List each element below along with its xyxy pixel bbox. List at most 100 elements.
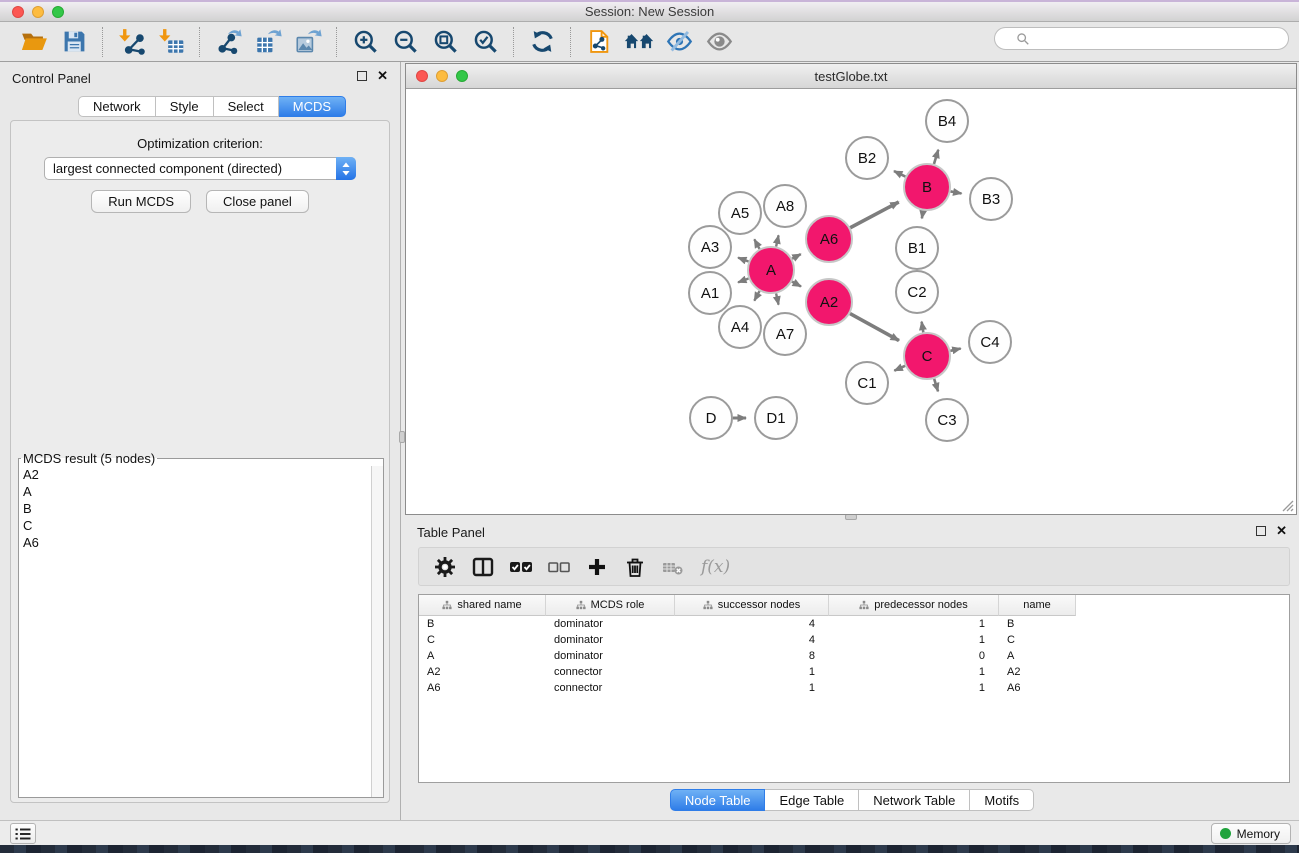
refresh-icon[interactable] <box>527 27 557 57</box>
result-item[interactable]: B <box>19 500 371 517</box>
result-item[interactable]: A2 <box>19 466 371 483</box>
tab-network[interactable]: Network <box>78 96 156 117</box>
edge-C-C2[interactable] <box>922 322 924 333</box>
close-window-icon[interactable] <box>12 6 24 18</box>
import-table-icon[interactable] <box>156 27 186 57</box>
node-A3[interactable]: A3 <box>689 226 731 268</box>
edge-C-C3[interactable] <box>934 379 938 391</box>
table-row[interactable]: A2connector11A2 <box>419 664 1289 680</box>
network-zoom-icon[interactable] <box>456 70 468 82</box>
zoom-out-icon[interactable] <box>390 27 420 57</box>
node-A7[interactable]: A7 <box>764 313 806 355</box>
node-B[interactable]: B <box>904 164 950 210</box>
deselect-all-icon[interactable] <box>545 553 573 581</box>
minimize-window-icon[interactable] <box>32 6 44 18</box>
table-row[interactable]: A6connector11A6 <box>419 680 1289 696</box>
node-A6[interactable]: A6 <box>806 216 852 262</box>
memory-button[interactable]: Memory <box>1211 823 1291 844</box>
node-C4[interactable]: C4 <box>969 321 1011 363</box>
node-B1[interactable]: B1 <box>896 227 938 269</box>
network-close-icon[interactable] <box>416 70 428 82</box>
tab-node-table[interactable]: Node Table <box>670 789 766 811</box>
close-panel-icon[interactable]: ✕ <box>377 71 388 81</box>
node-B3[interactable]: B3 <box>970 178 1012 220</box>
network-canvas[interactable]: B4B2BB3A5A8A6A3AB1A1A2C2A4A7C4CC1DD1C3 <box>406 89 1296 514</box>
close-table-panel-icon[interactable]: ✕ <box>1276 526 1287 536</box>
float-panel-icon[interactable] <box>357 71 367 81</box>
node-A8[interactable]: A8 <box>764 185 806 227</box>
node-C[interactable]: C <box>904 333 950 379</box>
column-header-shared-name[interactable]: shared name <box>419 595 546 616</box>
edge-C-C4[interactable] <box>950 349 960 351</box>
mcds-result-list[interactable]: A2ABCA6 <box>19 466 371 797</box>
column-header-MCDS-role[interactable]: MCDS role <box>546 595 675 616</box>
close-panel-button[interactable]: Close panel <box>206 190 309 213</box>
export-image-icon[interactable] <box>293 27 323 57</box>
edge-A2-C[interactable] <box>850 314 899 341</box>
export-table-icon[interactable] <box>253 27 283 57</box>
edge-C-C1[interactable] <box>894 366 905 371</box>
edge-B-B4[interactable] <box>934 150 938 164</box>
result-item[interactable]: A6 <box>19 534 371 551</box>
edge-A-A8[interactable] <box>776 235 778 246</box>
hide-eye-icon[interactable] <box>664 27 694 57</box>
edge-A-A2[interactable] <box>792 282 801 287</box>
optimization-criterion-dropdown[interactable]: largest connected component (directed) <box>44 157 356 180</box>
edge-A-A1[interactable] <box>738 278 748 282</box>
node-A5[interactable]: A5 <box>719 192 761 234</box>
edge-A-A7[interactable] <box>776 293 778 304</box>
open-session-doc-icon[interactable] <box>584 27 614 57</box>
show-eye-icon[interactable] <box>704 27 734 57</box>
result-item[interactable]: C <box>19 517 371 534</box>
tab-edge-table[interactable]: Edge Table <box>765 789 859 811</box>
column-layout-icon[interactable] <box>469 553 497 581</box>
node-B2[interactable]: B2 <box>846 137 888 179</box>
add-column-icon[interactable] <box>583 553 611 581</box>
select-all-icon[interactable] <box>507 553 535 581</box>
zoom-fit-icon[interactable] <box>430 27 460 57</box>
edge-A6-B[interactable] <box>850 202 899 228</box>
tab-select[interactable]: Select <box>214 96 279 117</box>
node-C2[interactable]: C2 <box>896 271 938 313</box>
edge-B-B2[interactable] <box>894 171 905 177</box>
search-box[interactable] <box>994 27 1289 50</box>
edge-A-A4[interactable] <box>754 291 759 301</box>
edge-B-B3[interactable] <box>951 191 962 193</box>
delete-column-icon[interactable] <box>621 553 649 581</box>
node-B4[interactable]: B4 <box>926 100 968 142</box>
home-icon[interactable] <box>624 27 654 57</box>
export-network-icon[interactable] <box>213 27 243 57</box>
column-header-predecessor-nodes[interactable]: predecessor nodes <box>829 595 999 616</box>
node-A[interactable]: A <box>748 247 794 293</box>
open-folder-icon[interactable] <box>19 27 49 57</box>
result-item[interactable]: A <box>19 483 371 500</box>
search-input[interactable] <box>1048 30 1288 48</box>
zoom-selected-icon[interactable] <box>470 27 500 57</box>
table-row[interactable]: Cdominator41C <box>419 632 1289 648</box>
save-session-icon[interactable] <box>59 27 89 57</box>
network-window-titlebar[interactable]: testGlobe.txt <box>406 64 1296 89</box>
tab-network-table[interactable]: Network Table <box>859 789 970 811</box>
edge-A-A5[interactable] <box>754 239 759 249</box>
column-header-successor-nodes[interactable]: successor nodes <box>675 595 829 616</box>
float-table-panel-icon[interactable] <box>1256 526 1266 536</box>
settings-gear-icon[interactable] <box>431 553 459 581</box>
task-history-button[interactable] <box>10 823 36 844</box>
edge-A-A3[interactable] <box>738 258 748 262</box>
table-row[interactable]: Adominator80A <box>419 648 1289 664</box>
table-row[interactable]: Bdominator41B <box>419 616 1289 632</box>
network-minimize-icon[interactable] <box>436 70 448 82</box>
node-D[interactable]: D <box>690 397 732 439</box>
tab-style[interactable]: Style <box>156 96 214 117</box>
tab-mcds[interactable]: MCDS <box>279 96 346 117</box>
run-mcds-button[interactable]: Run MCDS <box>91 190 191 213</box>
result-scrollbar[interactable] <box>371 466 383 797</box>
zoom-window-icon[interactable] <box>52 6 64 18</box>
node-A4[interactable]: A4 <box>719 306 761 348</box>
edge-A-A6[interactable] <box>792 254 801 259</box>
node-C1[interactable]: C1 <box>846 362 888 404</box>
zoom-in-icon[interactable] <box>350 27 380 57</box>
node-A1[interactable]: A1 <box>689 272 731 314</box>
resize-grip-icon[interactable] <box>1280 498 1294 512</box>
node-D1[interactable]: D1 <box>755 397 797 439</box>
